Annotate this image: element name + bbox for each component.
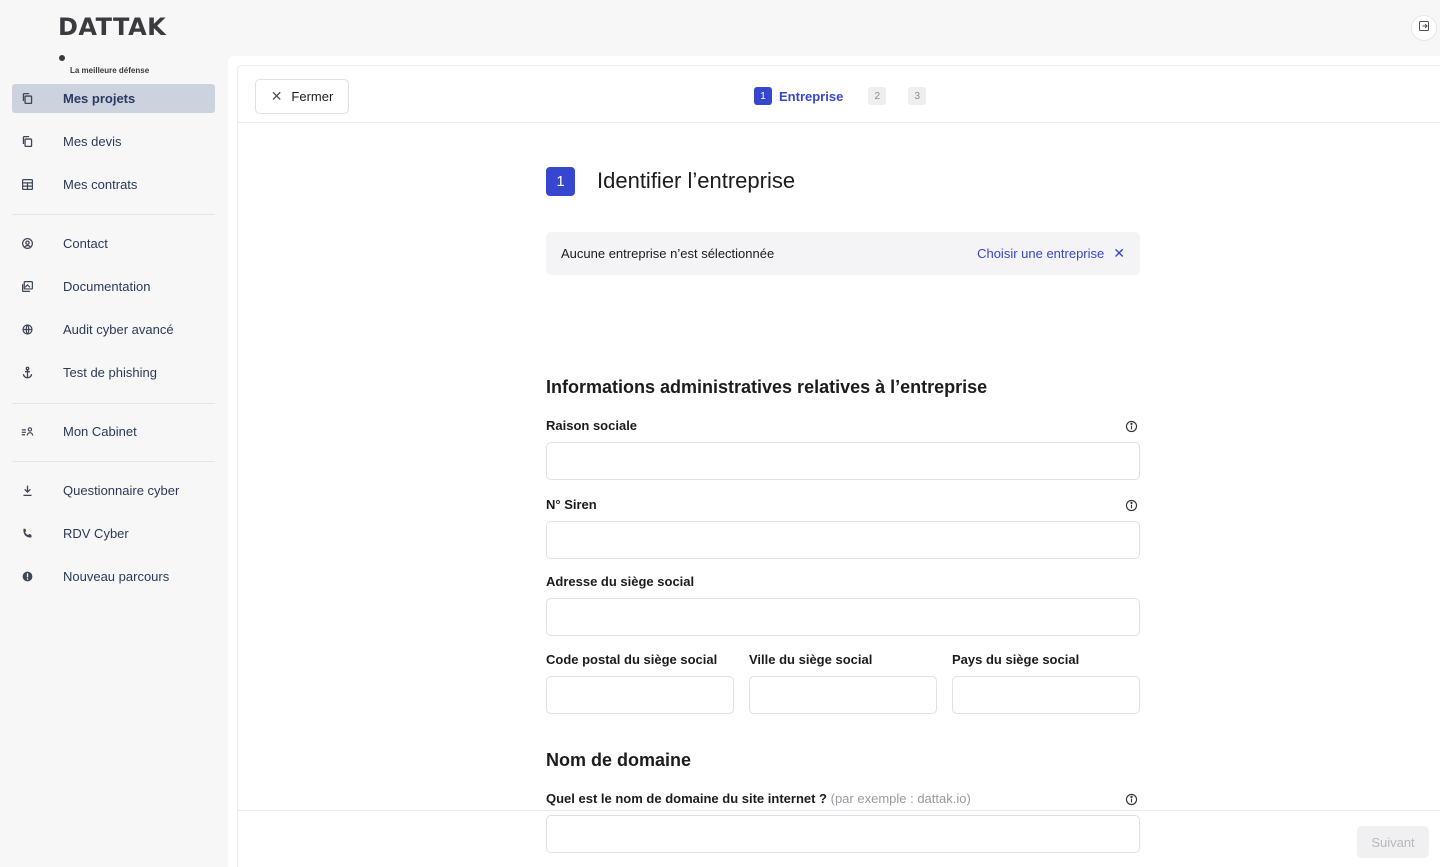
ville-input[interactable] bbox=[749, 676, 937, 714]
choose-company-link[interactable]: Choisir une entreprise ✕ bbox=[977, 245, 1125, 262]
sidebar-item-rdv-cyber[interactable]: RDV Cyber bbox=[12, 519, 215, 548]
ville-label: Ville du siège social bbox=[749, 652, 873, 667]
info-icon[interactable] bbox=[1125, 499, 1138, 512]
user-circle-icon bbox=[12, 237, 42, 250]
logout-button[interactable] bbox=[1411, 15, 1437, 41]
pays-label: Pays du siège social bbox=[952, 652, 1080, 667]
page-title: Identifier l’entreprise bbox=[597, 168, 796, 193]
close-label: Fermer bbox=[291, 89, 334, 104]
close-icon[interactable]: ✕ bbox=[1113, 245, 1125, 262]
sidebar-item-questionnaire[interactable]: Questionnaire cyber bbox=[12, 476, 215, 505]
sidebar-item-label: Audit cyber avancé bbox=[63, 322, 174, 337]
wizard-topbar: ✕ Fermer 1 Entreprise 2 3 bbox=[238, 66, 1440, 123]
sidebar-item-mon-cabinet[interactable]: Mon Cabinet bbox=[12, 417, 215, 446]
domain-hint: (par exemple : dattak.io) bbox=[830, 791, 971, 806]
step-1-badge[interactable]: 1 bbox=[754, 87, 772, 105]
form-title: 1 Identifier l’entreprise bbox=[546, 166, 1140, 196]
sidebar-item-label: Documentation bbox=[63, 279, 151, 294]
sidebar-item-mes-projets[interactable]: Mes projets bbox=[12, 84, 215, 113]
logout-icon bbox=[1418, 19, 1430, 37]
no-company-message: Aucune entreprise n’est sélectionnée bbox=[561, 246, 775, 261]
code-postal-input[interactable] bbox=[546, 676, 734, 714]
sidebar-item-label: Mon Cabinet bbox=[63, 424, 137, 439]
sidebar-item-contact[interactable]: Contact bbox=[12, 229, 215, 258]
team-icon bbox=[12, 425, 42, 438]
domain-label: Quel est le nom de domaine du site inter… bbox=[546, 791, 971, 806]
title-step-badge: 1 bbox=[546, 166, 575, 196]
sidebar-item-mes-contrats[interactable]: Mes contrats bbox=[12, 170, 215, 199]
raison-sociale-input[interactable] bbox=[546, 442, 1140, 480]
wizard-container: ✕ Fermer 1 Entreprise 2 3 1 Identifier l… bbox=[237, 65, 1440, 867]
sidebar-item-label: RDV Cyber bbox=[63, 526, 129, 541]
images-icon bbox=[12, 280, 42, 293]
sidebar: DATTAK La meilleure défense Mes projets … bbox=[0, 0, 228, 867]
step-1-label[interactable]: Entreprise bbox=[779, 89, 843, 104]
sidebar-item-label: Test de phishing bbox=[63, 365, 157, 380]
table-icon bbox=[12, 178, 42, 191]
section-title-domain: Nom de domaine bbox=[546, 750, 692, 770]
company-form: 1 Identifier l’entreprise Aucune entrepr… bbox=[546, 166, 1140, 853]
sidebar-item-nouveau-parcours[interactable]: Nouveau parcours bbox=[12, 562, 215, 591]
adresse-label: Adresse du siège social bbox=[546, 574, 695, 589]
main-panel: ✕ Fermer 1 Entreprise 2 3 1 Identifier l… bbox=[228, 56, 1440, 867]
section-title-admin: Informations administratives relatives à… bbox=[546, 377, 988, 397]
sidebar-item-label: Mes devis bbox=[63, 134, 122, 149]
sidebar-divider bbox=[12, 461, 215, 462]
sidebar-item-label: Questionnaire cyber bbox=[63, 483, 180, 498]
step-3-badge: 3 bbox=[908, 87, 927, 105]
stepper: 1 Entreprise 2 3 bbox=[754, 87, 927, 105]
pays-input[interactable] bbox=[952, 676, 1140, 714]
step-2-badge: 2 bbox=[868, 87, 887, 105]
close-icon: ✕ bbox=[270, 88, 283, 104]
choose-company-label: Choisir une entreprise bbox=[977, 246, 1105, 261]
next-button[interactable]: Suivant bbox=[1357, 826, 1429, 858]
footer-divider bbox=[238, 810, 1440, 811]
info-icon[interactable] bbox=[1125, 420, 1138, 433]
phone-icon bbox=[12, 527, 42, 540]
sidebar-divider bbox=[12, 403, 215, 404]
copy-icon bbox=[12, 135, 42, 148]
sidebar-item-phishing[interactable]: Test de phishing bbox=[12, 358, 215, 387]
adresse-input[interactable] bbox=[546, 598, 1140, 636]
dattak-logo[interactable]: DATTAK La meilleure défense bbox=[58, 14, 173, 75]
sidebar-item-label: Nouveau parcours bbox=[63, 569, 170, 584]
code-postal-label: Code postal du siège social bbox=[546, 652, 718, 667]
siren-input[interactable] bbox=[546, 521, 1140, 559]
company-selection-box: Aucune entreprise n’est sélectionnée Cho… bbox=[546, 232, 1140, 275]
info-icon[interactable] bbox=[1125, 793, 1138, 806]
sidebar-divider bbox=[12, 214, 215, 215]
sidebar-item-mes-devis[interactable]: Mes devis bbox=[12, 127, 215, 156]
sidebar-item-audit-cyber[interactable]: Audit cyber avancé bbox=[12, 315, 215, 344]
download-icon bbox=[12, 484, 42, 497]
alert-icon bbox=[12, 570, 42, 583]
brand-name: DATTAK bbox=[58, 13, 167, 41]
anchor-icon bbox=[12, 366, 42, 379]
brand-tagline: La meilleure défense bbox=[70, 66, 150, 75]
sidebar-item-label: Mes projets bbox=[63, 91, 136, 106]
close-button[interactable]: ✕ Fermer bbox=[255, 79, 349, 114]
logo-dot bbox=[59, 55, 65, 61]
sidebar-item-label: Mes contrats bbox=[63, 177, 138, 192]
domain-input[interactable] bbox=[546, 815, 1140, 853]
raison-sociale-label: Raison sociale bbox=[546, 418, 638, 433]
globe-icon bbox=[12, 323, 42, 336]
siren-label: N° Siren bbox=[546, 497, 597, 512]
sidebar-item-documentation[interactable]: Documentation bbox=[12, 272, 215, 301]
domain-question: Quel est le nom de domaine du site inter… bbox=[546, 791, 827, 806]
sidebar-item-label: Contact bbox=[63, 236, 108, 251]
copy-icon bbox=[12, 92, 42, 105]
